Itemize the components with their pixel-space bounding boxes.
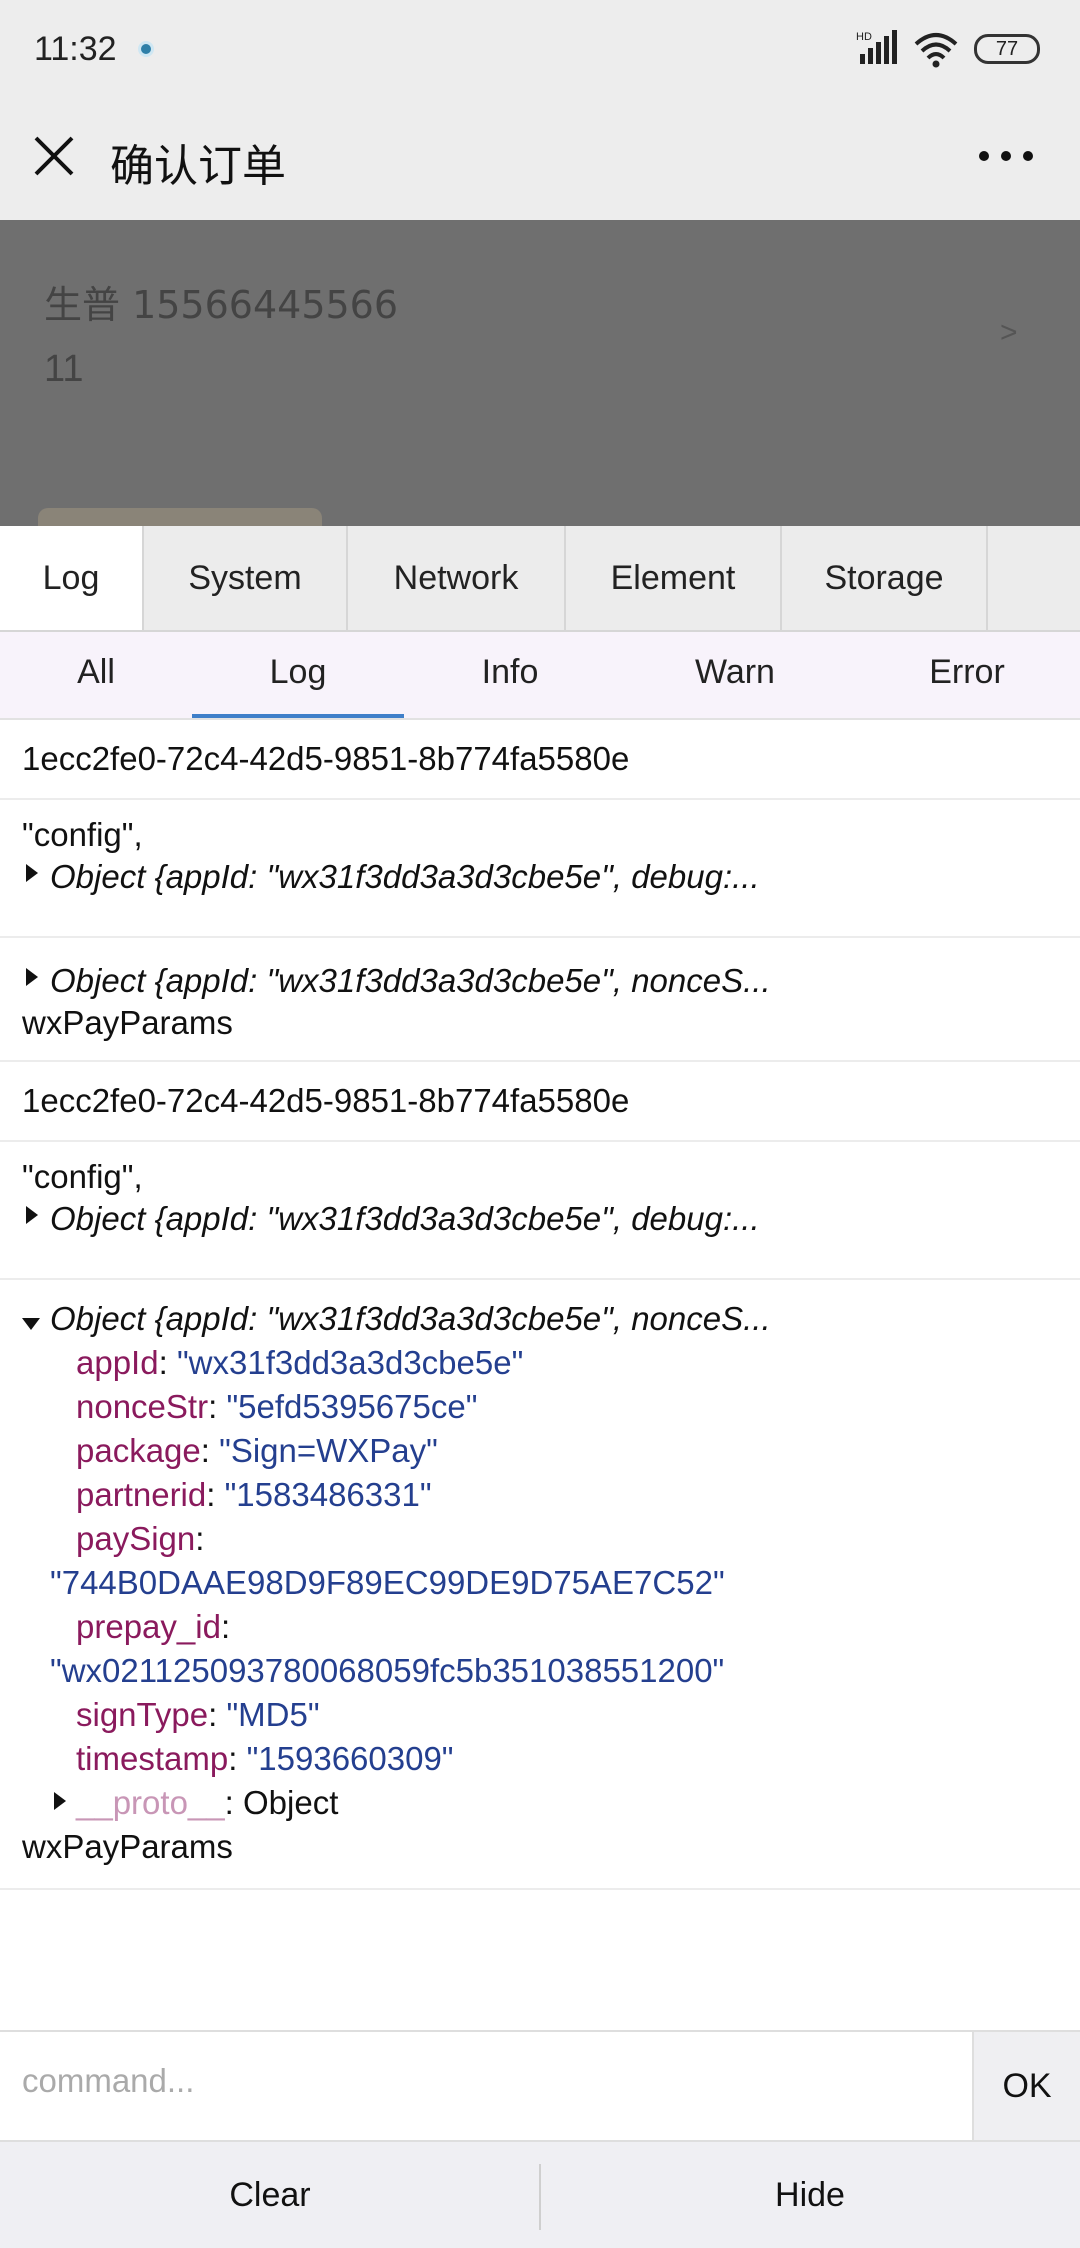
log-entry: 1ecc2fe0-72c4-42d5-9851-8b774fa5580e [0,1062,1080,1142]
status-bar: 11:32 HD 77 [0,0,1080,100]
log-text: 1ecc2fe0-72c4-42d5-9851-8b774fa5580e [22,740,630,777]
command-input[interactable]: command... [22,2062,194,2100]
property-key: timestamp [76,1740,229,1777]
network-type-label: HD [856,31,872,43]
filter-all[interactable]: All [0,632,192,718]
app-bar: 确认订单 [0,100,1080,220]
wifi-icon [914,33,958,68]
property-key: appId [76,1344,159,1381]
log-filter-tabs: All Log Info Warn Error [0,632,1080,720]
proto-key: __proto__ [76,1784,225,1821]
tab-element[interactable]: Element [566,526,782,630]
object-property: timestamp: "1593660309" [76,1740,454,1777]
clear-button[interactable]: Clear [0,2142,540,2248]
log-label: "config", [22,816,143,853]
expand-arrow-icon[interactable] [54,1792,66,1810]
debug-console: Log System Network Element Storage All L… [0,526,1080,2248]
log-object[interactable]: Object {appId: "wx31f3dd3a3d3cbe5e", non… [50,962,771,1000]
object-property: paySign: [76,1520,205,1557]
object-property: appId: "wx31f3dd3a3d3cbe5e" [76,1344,524,1381]
address-detail: 11 [44,348,84,390]
log-entry: 1ecc2fe0-72c4-42d5-9851-8b774fa5580e [0,720,1080,800]
object-property: package: "Sign=WXPay" [76,1432,438,1469]
filter-log[interactable]: Log [192,632,404,718]
object-property: prepay_id: [76,1608,231,1645]
property-value: "Sign=WXPay" [219,1432,438,1469]
status-time: 11:32 [34,30,117,68]
tab-network[interactable]: Network [348,526,566,630]
property-value: "wx021125093780068059fc5b351038551200" [50,1652,725,1689]
object-proto[interactable]: __proto__: Object [76,1784,338,1822]
notification-dot-icon [138,41,154,57]
property-value: "wx31f3dd3a3d3cbe5e" [176,1344,524,1381]
tab-log[interactable]: Log [0,526,144,630]
proto-value: Object [242,1784,339,1821]
tab-storage[interactable]: Storage [782,526,988,630]
console-tabs: Log System Network Element Storage [0,526,1080,632]
command-bar: command... OK [0,2030,1080,2140]
property-value: "MD5" [226,1696,320,1733]
background-page: 生普 15566445566 11 > [0,220,1080,526]
log-entry: "config", Object {appId: "wx31f3dd3a3d3c… [0,800,1080,938]
hide-button[interactable]: Hide [540,2142,1080,2248]
battery-icon: 77 [974,34,1040,64]
property-value: "1593660309" [246,1740,454,1777]
tab-system[interactable]: System [144,526,348,630]
property-key: package [76,1432,201,1469]
filter-info[interactable]: Info [404,632,616,718]
more-options-icon[interactable] [976,144,1036,168]
log-text: wxPayParams [22,1828,233,1865]
cellular-signal-icon: HD [856,30,897,64]
filter-error[interactable]: Error [854,632,1080,718]
property-key: prepay_id [76,1608,221,1645]
object-property: partnerid: "1583486331" [76,1476,432,1513]
log-text: 1ecc2fe0-72c4-42d5-9851-8b774fa5580e [22,1082,630,1119]
log-entry: Object {appId: "wx31f3dd3a3d3cbe5e", non… [0,938,1080,1062]
address-contact: 生普 15566445566 [44,283,399,327]
object-property: nonceStr: "5efd5395675ce" [76,1388,478,1425]
console-footer: Clear Hide [0,2140,1080,2248]
property-key: signType [76,1696,209,1733]
log-label: "config", [22,1158,143,1195]
chevron-right-icon: > [1000,316,1018,349]
log-text: wxPayParams [22,1004,233,1041]
expand-arrow-icon[interactable] [26,864,38,882]
ok-button[interactable]: OK [972,2032,1080,2140]
log-object[interactable]: Object {appId: "wx31f3dd3a3d3cbe5e", deb… [50,858,760,896]
close-icon[interactable] [30,132,78,180]
property-key: nonceStr [76,1388,209,1425]
property-value: "5efd5395675ce" [226,1388,478,1425]
filter-warn[interactable]: Warn [616,632,854,718]
product-thumbnail [38,508,322,526]
property-value: "1583486331" [224,1476,432,1513]
expand-arrow-icon[interactable] [26,968,38,986]
collapse-arrow-icon[interactable] [22,1318,40,1330]
log-object[interactable]: Object {appId: "wx31f3dd3a3d3cbe5e", deb… [50,1200,760,1238]
property-key: partnerid [76,1476,207,1513]
log-entry: "config", Object {appId: "wx31f3dd3a3d3c… [0,1142,1080,1280]
expand-arrow-icon[interactable] [26,1206,38,1224]
property-key: paySign [76,1520,196,1557]
log-object[interactable]: Object {appId: "wx31f3dd3a3d3cbe5e", non… [50,1300,771,1338]
property-value: "744B0DAAE98D9F89EC99DE9D75AE7C52" [50,1564,725,1601]
log-entry: Object {appId: "wx31f3dd3a3d3cbe5e", non… [0,1280,1080,1890]
object-property: signType: "MD5" [76,1696,320,1733]
page-title: 确认订单 [110,141,286,192]
